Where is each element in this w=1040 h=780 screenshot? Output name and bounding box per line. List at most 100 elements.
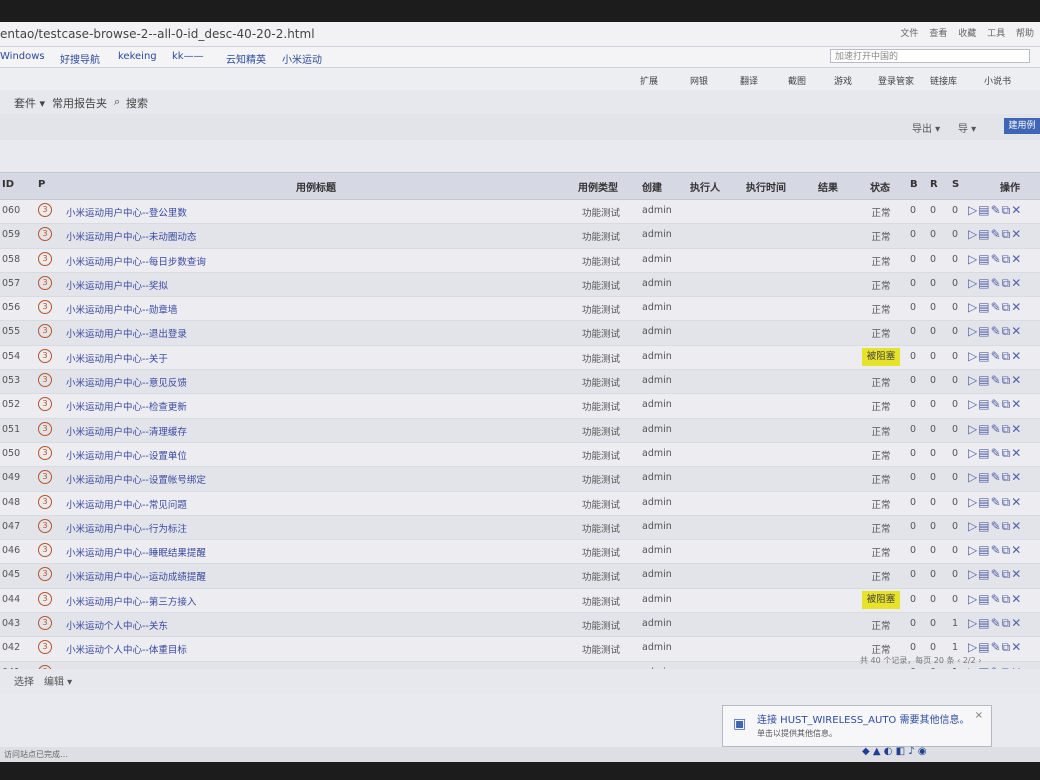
- toolbar-novel[interactable]: 小说书: [984, 74, 1011, 87]
- edit-icon[interactable]: ✎: [991, 616, 1002, 630]
- case-id[interactable]: 044: [2, 594, 20, 605]
- close-icon[interactable]: ×: [975, 710, 983, 721]
- run-icon[interactable]: ▷: [968, 567, 978, 581]
- run-icon[interactable]: ▷: [968, 397, 978, 411]
- results-icon[interactable]: ▤: [978, 616, 990, 630]
- delete-icon[interactable]: ✕: [1011, 640, 1022, 654]
- delete-icon[interactable]: ✕: [1011, 495, 1022, 509]
- menu-favorites[interactable]: 收藏: [958, 29, 976, 39]
- toolbar-extend[interactable]: 扩展: [640, 74, 658, 87]
- table-row[interactable]: 059 3 小米运动用户中心--未动圈动态 功能测试 admin 正常 0 0 0 ▷▤✎⧉✕: [0, 224, 1040, 249]
- pager[interactable]: 共 40 个记录，每页 20 条 ‹ 2/2 ›: [860, 655, 981, 666]
- edit-icon[interactable]: ✎: [991, 470, 1002, 484]
- case-id[interactable]: 059: [2, 229, 20, 240]
- delete-icon[interactable]: ✕: [1011, 592, 1022, 606]
- bookmark-kekeing[interactable]: kekeing: [118, 51, 157, 62]
- results-icon[interactable]: ▤: [978, 519, 990, 533]
- case-id[interactable]: 045: [2, 569, 20, 580]
- case-title-link[interactable]: 小米运动用户中心--设置帐号绑定: [66, 472, 206, 486]
- delete-icon[interactable]: ✕: [1011, 373, 1022, 387]
- delete-icon[interactable]: ✕: [1011, 616, 1022, 630]
- bookmark-kk[interactable]: kk——: [172, 51, 204, 62]
- results-icon[interactable]: ▤: [978, 640, 990, 654]
- case-title-link[interactable]: 小米运动用户中心--退出登录: [66, 326, 187, 340]
- run-icon[interactable]: ▷: [968, 324, 978, 338]
- case-title-link[interactable]: 小米运动用户中心--设置单位: [66, 448, 187, 462]
- search-icon[interactable]: ⌕: [114, 95, 120, 109]
- results-icon[interactable]: ▤: [978, 203, 990, 217]
- case-title-link[interactable]: 小米运动用户中心--睡眠结果提醒: [66, 545, 206, 559]
- run-icon[interactable]: ▷: [968, 300, 978, 314]
- menu-help[interactable]: 帮助: [1016, 29, 1034, 39]
- case-title-link[interactable]: 小米运动用户中心--每日步数查询: [66, 254, 206, 268]
- copy-icon[interactable]: ⧉: [1002, 227, 1012, 241]
- case-id[interactable]: 053: [2, 375, 20, 386]
- copy-icon[interactable]: ⧉: [1002, 349, 1012, 363]
- table-row[interactable]: 058 3 小米运动用户中心--每日步数查询 功能测试 admin 正常 0 0 0 ▷▤✎⧉✕: [0, 248, 1040, 273]
- table-row[interactable]: 050 3 小米运动用户中心--设置单位 功能测试 admin 正常 0 0 0 ▷▤✎⧉✕: [0, 442, 1040, 468]
- edit-icon[interactable]: ✎: [991, 592, 1002, 606]
- table-row[interactable]: 048 3 小米运动用户中心--常见问题 功能测试 admin 正常 0 0 0 ▷▤✎⧉✕: [0, 491, 1040, 516]
- edit-icon[interactable]: ✎: [991, 567, 1002, 581]
- copy-icon[interactable]: ⧉: [1002, 543, 1012, 557]
- col-pri[interactable]: P: [38, 179, 45, 190]
- delete-icon[interactable]: ✕: [1011, 203, 1022, 217]
- col-id[interactable]: ID: [2, 179, 14, 190]
- edit-icon[interactable]: ✎: [991, 446, 1002, 460]
- results-icon[interactable]: ▤: [978, 470, 990, 484]
- run-icon[interactable]: ▷: [968, 252, 978, 266]
- table-row[interactable]: 054 3 小米运动用户中心--关于 功能测试 admin 被阻塞 0 0 0 ▷▤✎⧉✕: [0, 345, 1040, 371]
- results-icon[interactable]: ▤: [978, 373, 990, 387]
- delete-icon[interactable]: ✕: [1011, 397, 1022, 411]
- menu-tools[interactable]: 工具: [987, 29, 1005, 39]
- case-id[interactable]: 050: [2, 448, 20, 459]
- copy-icon[interactable]: ⧉: [1002, 300, 1012, 314]
- table-row[interactable]: 051 3 小米运动用户中心--清理缓存 功能测试 admin 正常 0 0 0 ▷▤✎⧉✕: [0, 418, 1040, 443]
- run-icon[interactable]: ▷: [968, 203, 978, 217]
- menu-view[interactable]: 查看: [929, 29, 947, 39]
- bookmark-nav[interactable]: 好搜导航: [60, 51, 100, 66]
- bookmark-windows[interactable]: Windows: [0, 51, 45, 62]
- case-id[interactable]: 043: [2, 618, 20, 629]
- edit-icon[interactable]: ✎: [991, 227, 1002, 241]
- case-title-link[interactable]: 小米运动用户中心--清理缓存: [66, 424, 187, 438]
- run-icon[interactable]: ▷: [968, 543, 978, 557]
- run-icon[interactable]: ▷: [968, 640, 978, 654]
- col-status[interactable]: 状态: [870, 179, 890, 194]
- table-row[interactable]: 052 3 小米运动用户中心--检查更新 功能测试 admin 正常 0 0 0 ▷▤✎⧉✕: [0, 394, 1040, 419]
- results-icon[interactable]: ▤: [978, 422, 990, 436]
- edit-icon[interactable]: ✎: [991, 252, 1002, 266]
- copy-icon[interactable]: ⧉: [1002, 567, 1012, 581]
- create-case-button[interactable]: 建用例: [1004, 118, 1040, 134]
- edit-icon[interactable]: ✎: [991, 203, 1002, 217]
- bookmark-mi-sport[interactable]: 小米运动: [282, 51, 322, 66]
- case-title-link[interactable]: 小米运动用户中心--勋章墙: [66, 302, 177, 316]
- copy-icon[interactable]: ⧉: [1002, 519, 1012, 533]
- table-row[interactable]: 045 3 小米运动用户中心--运动成绩提醒 功能测试 admin 正常 0 0 0 ▷▤✎⧉✕: [0, 564, 1040, 589]
- delete-icon[interactable]: ✕: [1011, 422, 1022, 436]
- case-title-link[interactable]: 小米运动用户中心--检查更新: [66, 399, 187, 413]
- col-exec-time[interactable]: 执行时间: [746, 179, 786, 194]
- table-row[interactable]: 053 3 小米运动用户中心--意见反馈 功能测试 admin 正常 0 0 0 ▷▤✎⧉✕: [0, 370, 1040, 395]
- delete-icon[interactable]: ✕: [1011, 567, 1022, 581]
- table-row[interactable]: 057 3 小米运动用户中心--奖拟 功能测试 admin 正常 0 0 0 ▷▤✎⧉✕: [0, 272, 1040, 298]
- delete-icon[interactable]: ✕: [1011, 470, 1022, 484]
- results-icon[interactable]: ▤: [978, 446, 990, 460]
- case-id[interactable]: 046: [2, 545, 20, 556]
- edit-icon[interactable]: ✎: [991, 543, 1002, 557]
- case-title-link[interactable]: 小米运动用户中心--第三方接入: [66, 594, 196, 608]
- case-id[interactable]: 055: [2, 326, 20, 337]
- run-icon[interactable]: ▷: [968, 495, 978, 509]
- menu-file[interactable]: 文件: [900, 29, 918, 39]
- results-icon[interactable]: ▤: [978, 300, 990, 314]
- tray-icons[interactable]: ◆ ▲ ◐ ◧ ♪ ◉: [862, 746, 927, 757]
- case-title-link[interactable]: 小米运动个人中心--体重目标: [66, 642, 187, 656]
- toolbar-links[interactable]: 链接库: [930, 74, 957, 87]
- menu-search[interactable]: 搜索: [126, 95, 148, 111]
- run-icon[interactable]: ▷: [968, 519, 978, 533]
- case-title-link[interactable]: 小米运动用户中心--常见问题: [66, 497, 187, 511]
- edit-icon[interactable]: ✎: [991, 300, 1002, 314]
- run-icon[interactable]: ▷: [968, 276, 978, 290]
- copy-icon[interactable]: ⧉: [1002, 446, 1012, 460]
- run-icon[interactable]: ▷: [968, 616, 978, 630]
